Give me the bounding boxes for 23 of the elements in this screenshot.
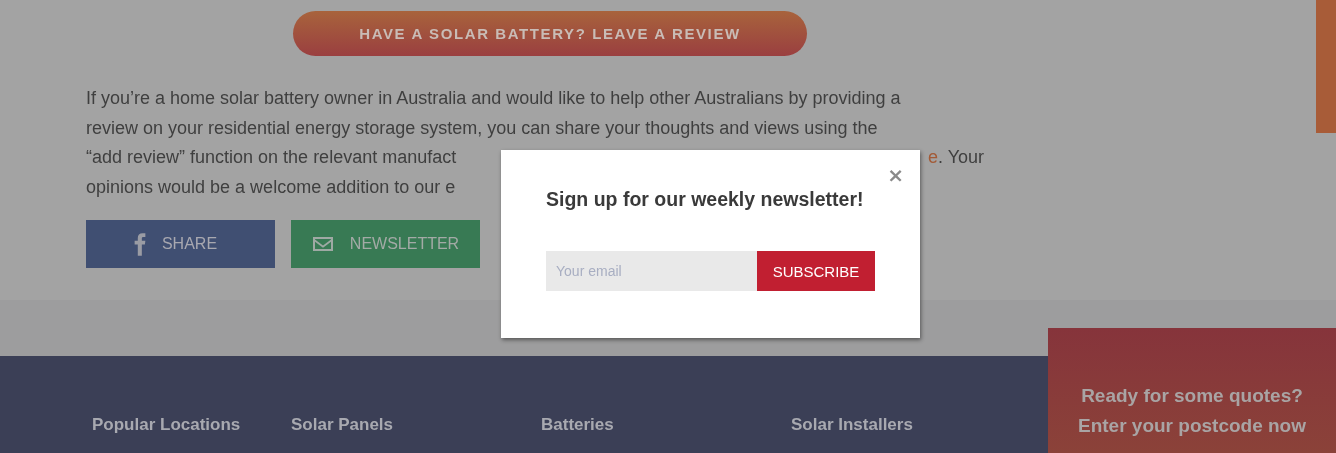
quote-panel[interactable]: Ready for some quotes? Enter your postcode now [1048,328,1336,453]
footer-heading: Solar Panels [291,415,395,435]
paragraph-text: review on your residential energy storage system, you can share your thoughts and views using the [86,117,878,138]
share-button[interactable]: SHARE [86,220,275,268]
email-field[interactable]: Your email [546,251,757,291]
paragraph-text: opinions would be a welcome addition to our e [86,176,456,197]
facebook-icon [133,232,146,256]
paragraph-text: If you’re a home solar battery owner in Australia and would like to help other Australians by providing a [86,88,901,108]
quote-text: Enter your postcode now [1078,414,1306,438]
link[interactable]: e [927,147,938,167]
footer-heading: Solar Installers [791,415,914,435]
envelope-icon [311,235,334,253]
paragraph-text: “add review” function on the relevant manufact [86,146,457,169]
close-button[interactable]: × [887,165,904,185]
quote-text: Ready for some quotes? [1081,384,1303,408]
footer-heading: Popular Locations [92,415,242,435]
side-tab[interactable] [1316,0,1336,133]
subscribe-button[interactable]: SUBSCRIBE [757,251,875,291]
newsletter-button[interactable]: NEWSLETTER [291,220,480,268]
footer-heading: Batteries [541,415,615,435]
paragraph-text: . Your [937,147,984,167]
popup-title: Sign up for our weekly newsletter! [546,188,865,211]
review-button[interactable]: HAVE A SOLAR BATTERY? LEAVE A REVIEW [293,11,807,56]
